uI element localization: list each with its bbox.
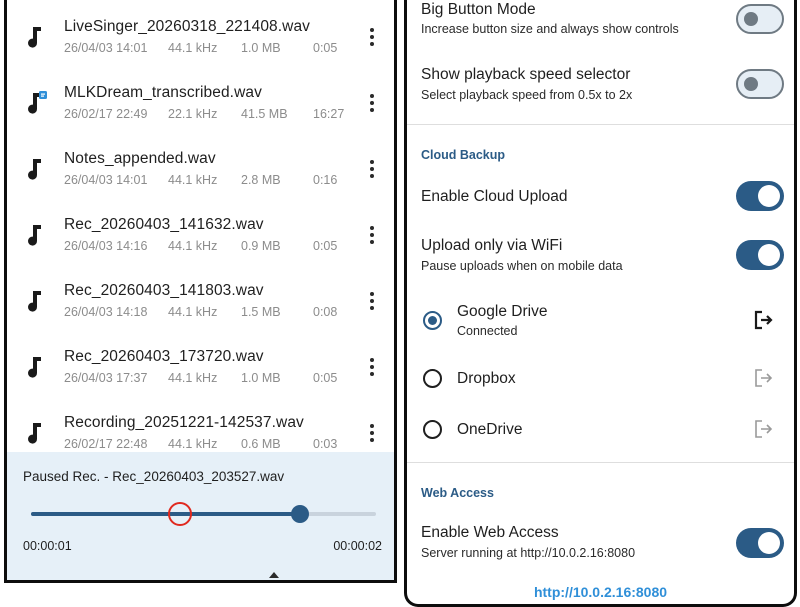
current-time: 00:00:01 bbox=[23, 539, 72, 553]
file-name: LiveSinger_20260318_221408.wav bbox=[64, 18, 311, 35]
more-options-button[interactable] bbox=[363, 356, 381, 378]
big-button-toggle[interactable] bbox=[736, 4, 784, 34]
file-size: 1.0 MB bbox=[241, 371, 281, 385]
seek-bar-track[interactable] bbox=[31, 512, 376, 516]
file-date: 26/04/03 14:01 bbox=[64, 173, 148, 187]
music-note-icon bbox=[25, 156, 47, 182]
more-options-button[interactable] bbox=[363, 290, 381, 312]
web-access-toggle[interactable] bbox=[736, 528, 784, 558]
web-access-header: Web Access bbox=[421, 486, 494, 500]
more-options-button[interactable] bbox=[363, 422, 381, 444]
seek-bar-progress bbox=[31, 512, 301, 516]
recordings-list: LiveSinger_20260318_221408.wav 26/04/03 … bbox=[7, 0, 394, 452]
cloud-upload-toggle[interactable] bbox=[736, 181, 784, 211]
provider-status: Connected bbox=[457, 324, 518, 338]
mini-player: Paused Rec. - Rec_20260403_203527.wav 00… bbox=[7, 452, 394, 580]
file-name: Rec_20260403_141803.wav bbox=[64, 282, 264, 299]
file-date: 26/04/03 14:16 bbox=[64, 239, 148, 253]
list-item[interactable]: Rec_20260403_141632.wav 26/04/03 14:16 4… bbox=[7, 198, 394, 264]
list-item[interactable]: LiveSinger_20260318_221408.wav 26/04/03 … bbox=[7, 0, 394, 66]
seek-bar-thumb[interactable] bbox=[291, 505, 310, 523]
list-item[interactable]: Notes_appended.wav 26/04/03 14:01 44.1 k… bbox=[7, 132, 394, 198]
login-icon[interactable] bbox=[753, 418, 775, 440]
wifi-only-title: Upload only via WiFi bbox=[421, 237, 563, 254]
recordings-panel: LiveSinger_20260318_221408.wav 26/04/03 … bbox=[4, 0, 397, 583]
provider-radio-dropbox[interactable] bbox=[423, 369, 442, 388]
file-date: 26/02/17 22:49 bbox=[64, 107, 148, 121]
cloud-upload-title: Enable Cloud Upload bbox=[421, 188, 568, 205]
login-icon[interactable] bbox=[753, 309, 775, 331]
file-date: 26/04/03 14:01 bbox=[64, 41, 148, 55]
file-sample-rate: 44.1 kHz bbox=[168, 239, 218, 253]
player-title: Paused Rec. - Rec_20260403_203527.wav bbox=[23, 469, 285, 484]
big-button-subtitle: Increase button size and always show con… bbox=[421, 22, 679, 36]
web-access-subtitle: Server running at http://10.0.2.16:8080 bbox=[421, 546, 636, 560]
web-access-title: Enable Web Access bbox=[421, 524, 559, 541]
file-name: Rec_20260403_141632.wav bbox=[64, 216, 264, 233]
settings-panel: Big Button Mode Increase button size and… bbox=[404, 0, 797, 607]
provider-name: Google Drive bbox=[457, 303, 548, 320]
file-size: 41.5 MB bbox=[241, 107, 288, 121]
provider-name: OneDrive bbox=[457, 421, 523, 438]
music-note-icon bbox=[25, 222, 47, 248]
file-duration: 0:08 bbox=[313, 305, 338, 319]
file-date: 26/04/03 17:37 bbox=[64, 371, 148, 385]
file-sample-rate: 44.1 kHz bbox=[168, 41, 218, 55]
web-access-link[interactable]: http://10.0.2.16:8080 bbox=[407, 584, 794, 600]
file-sample-rate: 44.1 kHz bbox=[168, 305, 218, 319]
list-item[interactable]: Rec_20260403_173720.wav 26/04/03 17:37 4… bbox=[7, 330, 394, 396]
music-note-icon bbox=[25, 354, 47, 380]
divider bbox=[407, 462, 794, 463]
touch-indicator bbox=[168, 502, 192, 526]
more-options-button[interactable] bbox=[363, 92, 381, 114]
file-name: Notes_appended.wav bbox=[64, 150, 216, 167]
provider-name: Dropbox bbox=[457, 370, 516, 387]
music-note-icon bbox=[25, 420, 47, 446]
provider-radio-onedrive[interactable] bbox=[423, 420, 442, 439]
file-sample-rate: 22.1 kHz bbox=[168, 107, 218, 121]
file-duration: 0:16 bbox=[313, 173, 338, 187]
wifi-only-subtitle: Pause uploads when on mobile data bbox=[421, 259, 623, 273]
file-duration: 0:05 bbox=[313, 239, 338, 253]
file-sample-rate: 44.1 kHz bbox=[168, 173, 218, 187]
file-name: Rec_20260403_173720.wav bbox=[64, 348, 264, 365]
speed-selector-title: Show playback speed selector bbox=[421, 66, 631, 83]
more-options-button[interactable] bbox=[363, 224, 381, 246]
music-note-icon bbox=[25, 24, 47, 50]
file-size: 2.8 MB bbox=[241, 173, 281, 187]
file-duration: 16:27 bbox=[313, 107, 345, 121]
file-size: 0.6 MB bbox=[241, 437, 281, 451]
more-options-button[interactable] bbox=[363, 158, 381, 180]
music-note-icon bbox=[25, 288, 47, 314]
file-duration: 0:05 bbox=[313, 41, 338, 55]
list-item[interactable]: MLKDream_transcribed.wav 26/02/17 22:49 … bbox=[7, 66, 394, 132]
file-duration: 0:05 bbox=[313, 371, 338, 385]
login-icon[interactable] bbox=[753, 367, 775, 389]
wifi-only-toggle[interactable] bbox=[736, 240, 784, 270]
total-time: 00:00:02 bbox=[333, 539, 382, 553]
file-duration: 0:03 bbox=[313, 437, 338, 451]
cloud-backup-header: Cloud Backup bbox=[421, 148, 506, 162]
expand-handle-icon[interactable] bbox=[269, 572, 279, 578]
music-note-transcribed-icon bbox=[25, 90, 47, 116]
more-options-button[interactable] bbox=[363, 26, 381, 48]
big-button-title: Big Button Mode bbox=[421, 1, 536, 18]
speed-selector-toggle[interactable] bbox=[736, 69, 784, 99]
file-name: MLKDream_transcribed.wav bbox=[64, 84, 262, 101]
file-size: 1.5 MB bbox=[241, 305, 281, 319]
file-size: 1.0 MB bbox=[241, 41, 281, 55]
speed-selector-subtitle: Select playback speed from 0.5x to 2x bbox=[421, 88, 633, 102]
list-item[interactable]: Rec_20260403_141803.wav 26/04/03 14:18 4… bbox=[7, 264, 394, 330]
file-date: 26/04/03 14:18 bbox=[64, 305, 148, 319]
provider-radio-google-drive[interactable] bbox=[423, 311, 442, 330]
file-date: 26/02/17 22:48 bbox=[64, 437, 148, 451]
file-name: Recording_20251221-142537.wav bbox=[64, 414, 304, 431]
file-sample-rate: 44.1 kHz bbox=[168, 371, 218, 385]
file-sample-rate: 44.1 kHz bbox=[168, 437, 218, 451]
divider bbox=[407, 124, 794, 125]
file-size: 0.9 MB bbox=[241, 239, 281, 253]
